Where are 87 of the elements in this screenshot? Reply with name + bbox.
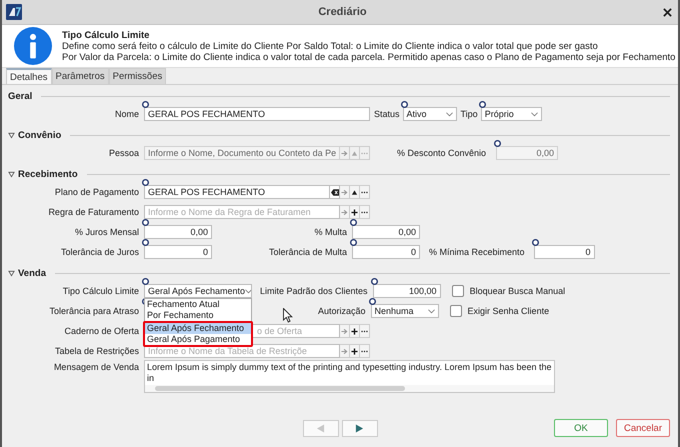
field-label: % Mínima Recebimento: [429, 247, 525, 257]
app-logo-icon: [6, 4, 22, 20]
field-label: Tolerância de Multa: [268, 247, 348, 257]
field-label: Pessoa: [108, 148, 140, 158]
previous-icon: [316, 424, 325, 432]
triangle-button[interactable]: [350, 185, 360, 199]
input-field[interactable]: 0: [534, 245, 595, 259]
add-button[interactable]: [350, 324, 360, 338]
chevron-icon: [245, 288, 251, 294]
field-label: % Juros Mensal: [74, 227, 140, 237]
chevron-icon: [530, 112, 538, 116]
info-text: Define como será feito o cálculo de Limite do Cliente Por Saldo Total: o Limite do Cliente indica o valor total que pode ser gasto: [62, 40, 599, 52]
arrow-icon: [341, 150, 348, 156]
plus-icon: [351, 328, 358, 334]
field-label: Tipo Cálculo Limite: [62, 286, 140, 296]
input-field[interactable]: GERAL POS FECHAMENTO: [144, 185, 330, 199]
dropdown-option[interactable]: Geral Após Fechamento: [145, 323, 251, 334]
tab[interactable]: Detalhes: [6, 68, 52, 84]
arrow-icon: [341, 328, 348, 334]
next-icon: [355, 424, 364, 432]
triangle-icon: [351, 188, 358, 196]
input-field[interactable]: 0: [352, 245, 420, 259]
field-label: Limite Padrão dos Clientes: [260, 286, 368, 296]
chevron-icon: [446, 112, 453, 116]
input-field[interactable]: 100,00: [372, 284, 441, 298]
more-button[interactable]: [360, 205, 370, 219]
section-title: Recebimento: [18, 169, 78, 180]
window-title: Crediário: [317, 6, 368, 18]
dropdown[interactable]: Ativo: [402, 107, 457, 121]
input-field[interactable]: 0,00: [144, 225, 212, 239]
field-label: Tipo: [460, 109, 478, 119]
field-label: Autorização: [318, 306, 367, 316]
field-label: Tolerância de Juros: [60, 247, 140, 257]
section-title: Venda: [18, 268, 46, 279]
add-button[interactable]: [350, 205, 360, 219]
field-label: Caderno de Oferta: [63, 326, 140, 336]
plus-icon: [351, 208, 358, 216]
clear-button[interactable]: [330, 185, 340, 199]
field-label: Plano de Pagamento: [54, 187, 140, 197]
dropdown-option[interactable]: Fechamento Atual: [145, 299, 251, 310]
field-label: Mensagem de Venda: [52, 362, 140, 372]
dropdown-option[interactable]: Por Fechamento: [145, 310, 251, 321]
dropdown[interactable]: Nenhuma: [370, 304, 439, 318]
plus-icon: [351, 348, 358, 354]
field-label: Status: [374, 109, 400, 119]
input-field[interactable]: 0: [144, 245, 212, 259]
more-button[interactable]: [360, 344, 370, 358]
arrow-icon: [341, 208, 348, 216]
cancel-button[interactable]: Cancelar: [616, 419, 670, 437]
arrow-icon: [341, 188, 348, 196]
ok-button[interactable]: OK: [554, 419, 608, 437]
dropdown[interactable]: Geral Após Fechamento: [144, 284, 252, 298]
add-button[interactable]: [350, 344, 360, 358]
clear-icon: [330, 188, 338, 196]
section-title: Geral: [8, 91, 32, 102]
close-icon[interactable]: [663, 8, 672, 16]
tab[interactable]: Permissões: [108, 68, 166, 84]
message-text: Lorem Ipsum is simply dummy text of the printing and typesetting industry. Lorem Ipsum has been the in: [146, 361, 553, 385]
more-button[interactable]: [360, 324, 370, 338]
scrollbar[interactable]: [145, 385, 554, 392]
chevron-icon: [428, 308, 435, 314]
field-label: % Multa: [313, 227, 348, 237]
arrow-icon: [341, 348, 348, 354]
checkbox-label: Exigir Senha Cliente: [468, 306, 550, 316]
triangle-icon: [351, 150, 358, 156]
info-text: Por Valor da Parcela: o Limite do Cliente indica o valor total de cada parcela. Permitido apenas caso o Plano de Pagamento seja por Fechamento: [62, 52, 676, 62]
checkbox[interactable]: [450, 305, 462, 317]
input-field[interactable]: GERAL POS FECHAMENTO: [144, 107, 370, 121]
field-label: Nome: [114, 109, 140, 119]
text-area[interactable]: Lorem Ipsum is simply dummy text of the printing and typesetting industry. Lorem Ipsum has been the in: [144, 360, 555, 393]
collapse-icon[interactable]: [8, 270, 15, 277]
next-button[interactable]: [342, 420, 378, 436]
field-label: Tolerância para Atraso: [48, 306, 140, 316]
dropdown[interactable]: Próprio: [480, 107, 542, 121]
more-button[interactable]: [360, 185, 370, 199]
tab[interactable]: Parâmetros: [52, 68, 109, 84]
collapse-icon[interactable]: [8, 132, 15, 139]
field-label: Tabela de Restrições: [54, 346, 140, 356]
info-title: Tipo Cálculo Limite: [62, 30, 150, 40]
checkbox[interactable]: [452, 285, 464, 297]
section-title: Convênio: [18, 130, 62, 141]
checkbox-label: Bloquear Busca Manual: [470, 286, 566, 296]
cursor-icon: [283, 308, 293, 323]
input-field[interactable]: 0,00: [352, 225, 420, 239]
field-label: Regra de Faturamento: [47, 207, 140, 217]
collapse-icon[interactable]: [8, 171, 15, 178]
field-label: % Desconto Convênio: [397, 148, 486, 158]
